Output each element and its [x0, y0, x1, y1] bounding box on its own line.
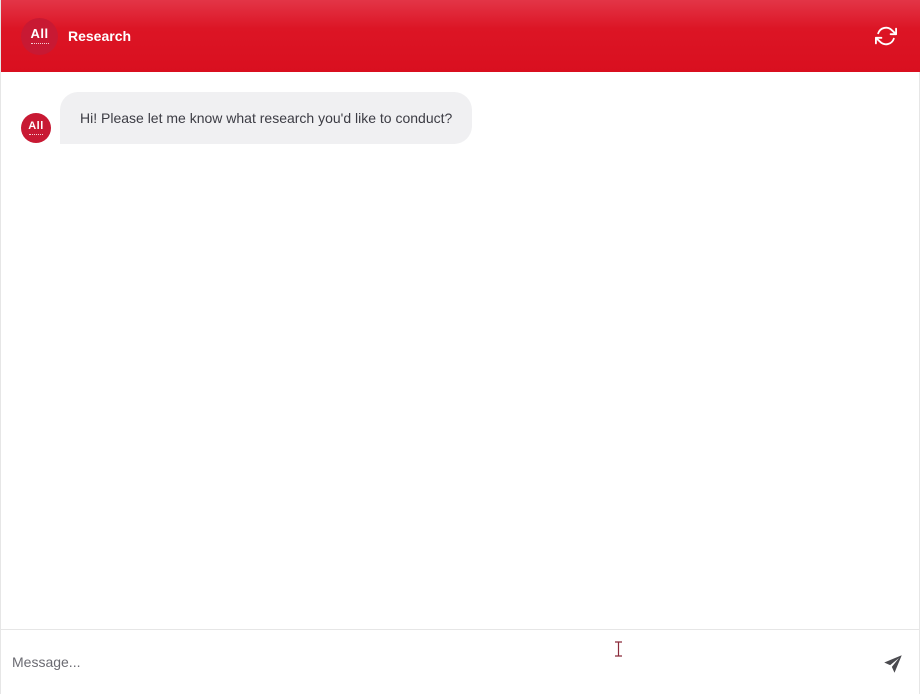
bot-avatar-text: All [28, 119, 44, 132]
chat-area[interactable]: All Hi! Please let me know what research… [1, 72, 920, 629]
header-logo: All [21, 17, 58, 55]
bot-avatar: All [21, 113, 51, 143]
text-cursor-icon [615, 641, 622, 657]
chat-app: All Research All Hi! Please let me know … [0, 0, 920, 694]
refresh-button[interactable] [875, 25, 897, 47]
send-icon [884, 655, 902, 673]
logo-underline [29, 133, 43, 136]
bot-message-bubble: Hi! Please let me know what research you… [60, 92, 473, 144]
message-input[interactable] [12, 647, 832, 677]
page-title: Research [68, 28, 132, 44]
header-bar: All Research [1, 0, 920, 72]
header-logo-text: All [30, 26, 49, 41]
message-row: All Hi! Please let me know what research… [21, 92, 473, 144]
refresh-icon [875, 26, 897, 46]
message-composer [1, 629, 920, 694]
send-button[interactable] [883, 654, 903, 674]
logo-underline [30, 43, 49, 45]
